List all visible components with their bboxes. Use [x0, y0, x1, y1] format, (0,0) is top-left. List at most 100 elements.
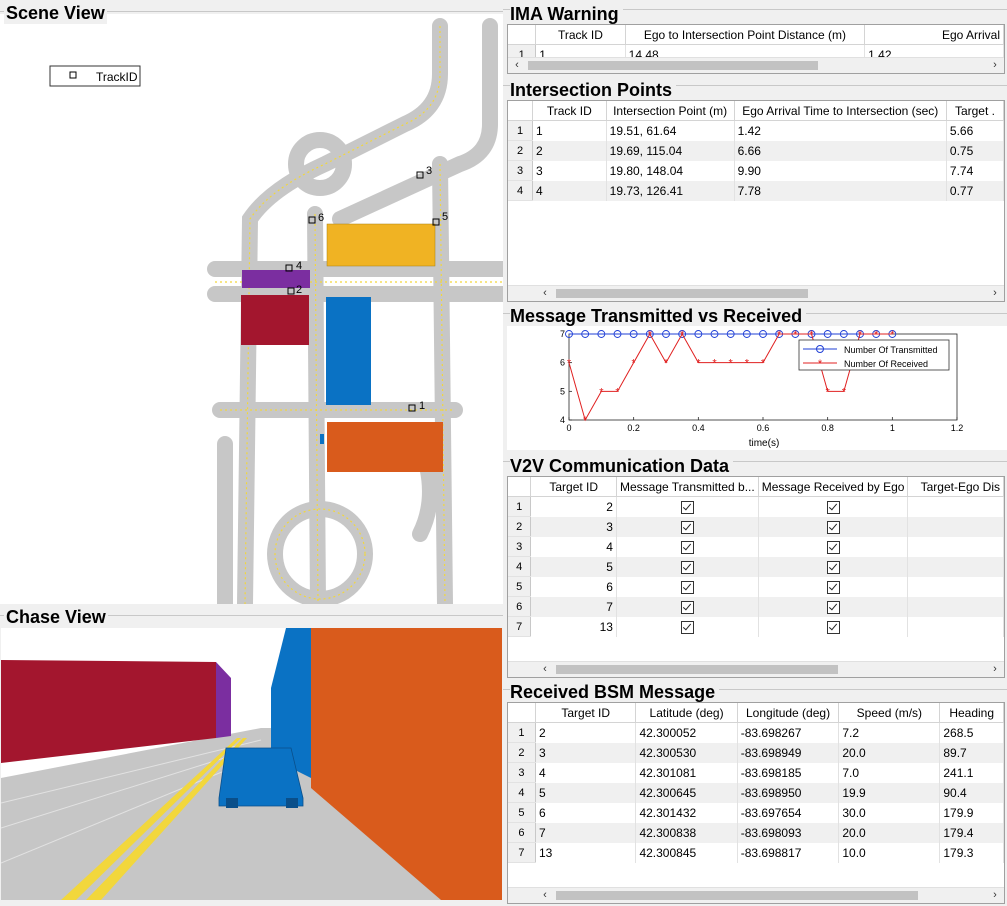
v2v-table[interactable]: Target ID Message Transmitted b... Messa…: [507, 476, 1005, 678]
received-point: *: [680, 329, 685, 341]
table-row[interactable]: 3 3 19.80, 148.04 9.90 7.74: [508, 160, 1004, 181]
bsm-hscroll[interactable]: ‹ ›: [508, 887, 1004, 903]
chase-view-title: Chase View: [4, 606, 108, 628]
received-checkbox[interactable]: [826, 520, 840, 534]
v2v-col-transmitted[interactable]: Message Transmitted b...: [616, 477, 759, 497]
track-label-2: 2: [296, 284, 302, 296]
received-point: *: [874, 329, 879, 341]
message-chart-title: Message Transmitted vs Received: [510, 306, 807, 326]
scroll-left-icon[interactable]: ‹: [510, 58, 524, 73]
chart-xlabel: time(s): [749, 438, 780, 449]
received-point: *: [712, 358, 717, 370]
bsm-col-heading[interactable]: Heading: [939, 703, 1004, 723]
received-checkbox[interactable]: [826, 620, 840, 634]
received-point: *: [696, 358, 701, 370]
ip-col-target[interactable]: Target .: [946, 101, 1004, 121]
table-row[interactable]: 2 2 19.69, 115.04 6.66 0.75: [508, 140, 1004, 161]
ima-col-track-id[interactable]: Track ID: [535, 25, 626, 45]
transmitted-checkbox[interactable]: [680, 620, 694, 634]
received-point: *: [664, 358, 669, 370]
bsm-col-target-id[interactable]: Target ID: [535, 703, 637, 723]
v2v-hscroll[interactable]: ‹ ›: [508, 661, 1004, 677]
bsm-col-longitude[interactable]: Longitude (deg): [737, 703, 840, 723]
chase-view-panel: Chase View: [0, 604, 503, 906]
received-checkbox[interactable]: [826, 600, 840, 614]
v2v-col-target-id[interactable]: Target ID: [530, 477, 617, 497]
message-chart: 0 0.2 0.4 0.6 0.8 1 1.2 4 5 6 7 * * * * * * * * * * * * * * * * * *…: [507, 326, 1007, 450]
received-point: *: [648, 329, 653, 341]
bsm-col-latitude[interactable]: Latitude (deg): [635, 703, 738, 723]
scroll-right-icon[interactable]: ›: [988, 888, 1002, 903]
table-row[interactable]: 2 3 42.300530 -83.698949 20.0 89.7: [508, 742, 1004, 763]
table-row[interactable]: 5 6 42.301432 -83.697654 30.0 179.9: [508, 802, 1004, 823]
table-row[interactable]: 45: [508, 556, 1004, 577]
scene-map[interactable]: TrackID 1 2 3 4 5 6: [0, 14, 503, 604]
transmitted-checkbox[interactable]: [680, 500, 694, 514]
scroll-right-icon[interactable]: ›: [988, 286, 1002, 301]
building-yellow: [326, 223, 436, 267]
v2v-col-distance[interactable]: Target-Ego Dis: [907, 477, 1004, 497]
building-orange: [327, 422, 443, 472]
received-checkbox[interactable]: [826, 500, 840, 514]
received-point: *: [809, 329, 814, 341]
bsm-col-speed[interactable]: Speed (m/s): [838, 703, 941, 723]
transmitted-checkbox[interactable]: [680, 580, 694, 594]
scroll-right-icon[interactable]: ›: [988, 662, 1002, 677]
received-checkbox[interactable]: [826, 540, 840, 554]
scroll-left-icon[interactable]: ‹: [538, 888, 552, 903]
table-row[interactable]: 12: [508, 496, 1004, 517]
chase-scene[interactable]: [1, 628, 502, 900]
received-point: *: [842, 386, 847, 398]
svg-text:*: *: [818, 358, 823, 370]
table-row[interactable]: 7 13 42.300845 -83.698817 10.0 179.3: [508, 842, 1004, 863]
table-row[interactable]: 34: [508, 536, 1004, 557]
received-point: *: [826, 386, 831, 398]
bsm-table[interactable]: Target ID Latitude (deg) Longitude (deg)…: [507, 702, 1005, 904]
received-checkbox[interactable]: [826, 580, 840, 594]
received-point: *: [599, 386, 604, 398]
table-row[interactable]: 4 4 19.73, 126.41 7.78 0.77: [508, 180, 1004, 201]
scroll-left-icon[interactable]: ‹: [538, 286, 552, 301]
intersection-points-panel: Intersection Points Track ID Intersectio…: [503, 76, 1007, 304]
intersection-points-table[interactable]: Track ID Intersection Point (m) Ego Arri…: [507, 100, 1005, 302]
table-row[interactable]: 67: [508, 596, 1004, 617]
received-point: *: [745, 358, 750, 370]
building-red: [241, 295, 309, 345]
y-tick-label: 5: [560, 386, 565, 396]
received-point: *: [567, 358, 572, 370]
table-row[interactable]: 1 2 42.300052 -83.698267 7.2 268.5: [508, 722, 1004, 743]
ima-col-arrival[interactable]: Ego Arrival: [864, 25, 1004, 45]
transmitted-checkbox[interactable]: [680, 520, 694, 534]
table-row[interactable]: 4 5 42.300645 -83.698950 19.9 90.4: [508, 782, 1004, 803]
table-row[interactable]: 23: [508, 516, 1004, 537]
transmitted-checkbox[interactable]: [680, 600, 694, 614]
ima-warning-panel: IMA Warning Track ID Ego to Intersection…: [503, 0, 1007, 76]
transmitted-checkbox[interactable]: [680, 540, 694, 554]
scroll-left-icon[interactable]: ‹: [538, 662, 552, 677]
table-row[interactable]: 6 7 42.300838 -83.698093 20.0 179.4: [508, 822, 1004, 843]
v2v-title: V2V Communication Data: [510, 456, 734, 476]
track-label-6: 6: [318, 212, 324, 224]
track-label-5: 5: [442, 211, 448, 223]
scene-legend: TrackID: [49, 65, 141, 87]
bsm-panel: Received BSM Message Target ID Latitude …: [503, 680, 1007, 906]
received-point: *: [777, 329, 782, 341]
table-row[interactable]: 3 4 42.301081 -83.698185 7.0 241.1: [508, 762, 1004, 783]
table-row[interactable]: 1 1 19.51, 61.64 1.42 5.66: [508, 120, 1004, 141]
table-row[interactable]: 56: [508, 576, 1004, 597]
ip-hscroll[interactable]: ‹ ›: [508, 285, 1004, 301]
track-label-3: 3: [426, 165, 432, 177]
received-checkbox[interactable]: [826, 560, 840, 574]
v2v-col-received[interactable]: Message Received by Ego: [758, 477, 909, 497]
ima-warning-table[interactable]: Track ID Ego to Intersection Point Dista…: [507, 24, 1005, 74]
transmitted-checkbox[interactable]: [680, 560, 694, 574]
scroll-right-icon[interactable]: ›: [988, 58, 1002, 73]
ima-col-distance[interactable]: Ego to Intersection Point Distance (m): [625, 25, 866, 45]
ip-col-track-id[interactable]: Track ID: [532, 101, 607, 121]
ima-hscroll[interactable]: ‹ ›: [508, 57, 1004, 73]
x-tick-label: 1: [890, 423, 895, 433]
ip-col-ego-time[interactable]: Ego Arrival Time to Intersection (sec): [734, 101, 947, 121]
table-row[interactable]: 7 13: [508, 616, 1004, 637]
x-tick-label: 0.8: [821, 423, 834, 433]
ip-col-point[interactable]: Intersection Point (m): [606, 101, 735, 121]
